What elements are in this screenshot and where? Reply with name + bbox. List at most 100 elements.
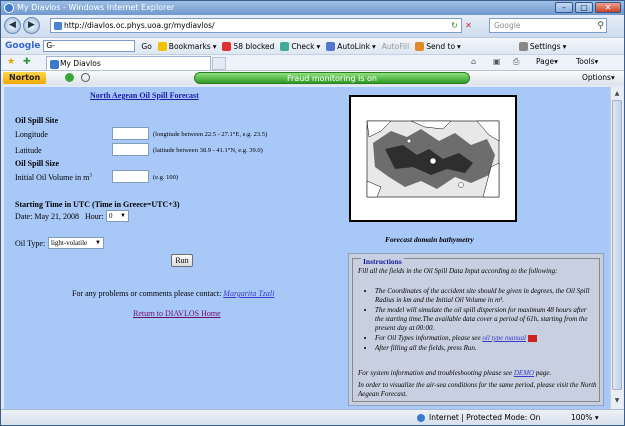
sendto-button[interactable]: Send to ▾ [415, 41, 461, 51]
print-icon[interactable]: ⎙ [513, 57, 519, 67]
blocked-label: 58 blocked [233, 41, 275, 51]
volume-unit-sup: 3 [89, 173, 92, 179]
page-menu[interactable]: Page▾ [536, 57, 558, 66]
longitude-label: Longitude [15, 130, 48, 139]
page-icon [54, 22, 62, 30]
home-icon[interactable]: ⌂ [471, 57, 476, 66]
tab-my-diavlos[interactable]: My Diavlos [46, 56, 211, 71]
tools-menu[interactable]: Tools▾ [576, 57, 598, 66]
favorites-star-icon[interactable]: ★ [7, 57, 15, 67]
zoom-level[interactable]: 100% ▾ [571, 410, 599, 425]
close-button[interactable]: ✕ [595, 2, 621, 13]
contact-text: For any problems or comments please cont… [72, 289, 274, 298]
go-button[interactable]: Go [141, 42, 151, 51]
settings-button[interactable]: Settings ▾ [518, 41, 566, 51]
google-toolbar: Google G- Go Bookmarks ▾ 58 blocked Check… [1, 37, 624, 54]
chevron-down-icon: ▼ [120, 213, 126, 219]
instruction-item: For Oil Types information, please see oi… [375, 334, 595, 343]
instruction-item: After filling all the fields, press Run. [375, 344, 595, 353]
settings-label: Settings [529, 41, 561, 51]
hour-value: 0 [109, 212, 113, 220]
feeds-icon[interactable]: ▣ [493, 57, 501, 66]
check-button[interactable]: Check ▾ [280, 41, 320, 51]
oil-manual-link[interactable]: oil type manual [482, 334, 526, 342]
options-label: Options [582, 73, 611, 82]
air-sea-text: In order to visualize the air-sea condit… [358, 381, 597, 398]
run-button[interactable]: Run [171, 254, 193, 267]
demo-link[interactable]: DEMO [514, 369, 534, 377]
back-button[interactable]: ◀ [4, 17, 21, 34]
chevron-down-icon: ▼ [95, 240, 101, 246]
support-suffix: page. [535, 369, 552, 377]
bookmarks-button[interactable]: Bookmarks ▾ [157, 41, 216, 51]
stop-icon[interactable]: ✕ [463, 19, 474, 32]
norton-globe-icon[interactable] [81, 73, 90, 82]
vertical-scrollbar[interactable]: ▲ ▼ [610, 87, 623, 409]
longitude-input[interactable] [112, 127, 149, 140]
norton-options-button[interactable]: Options▾ [582, 73, 615, 82]
contact-link[interactable]: Margarita Tzali [223, 289, 274, 298]
oil-type-label: Oil Type: [15, 239, 46, 248]
site-header: Oil Spill Site [15, 116, 59, 125]
ie-logo-icon [4, 3, 14, 13]
tab-page-icon [50, 60, 59, 69]
pdf-icon[interactable] [527, 334, 537, 342]
page-menu-label: Page [536, 57, 555, 66]
window-title: My Diavlos - Windows Internet Explorer [17, 3, 175, 12]
autofill-label: AutoFill [381, 41, 410, 51]
tools-menu-label: Tools [576, 57, 595, 66]
add-favorite-icon[interactable]: ✚ [23, 57, 31, 67]
volume-input[interactable] [112, 170, 149, 183]
block-icon [222, 41, 232, 51]
oil-type-value: light-volatile [51, 239, 88, 247]
return-home-link[interactable]: Return to DIAVLOS Home [133, 309, 221, 318]
autolink-icon [326, 41, 336, 51]
volume-label: Initial Oil Volume in m3 [15, 173, 92, 182]
instructions-panel: Instructions Fill all the fields in the … [348, 253, 604, 406]
fraud-monitor-status[interactable]: Fraud monitoring is on [194, 72, 470, 84]
latitude-input[interactable] [112, 143, 149, 156]
new-tab-button[interactable] [212, 57, 226, 70]
security-zone[interactable]: Internet | Protected Mode: On [429, 410, 540, 425]
popup-blocker-button[interactable]: 58 blocked [222, 41, 275, 51]
instruction-text: For Oil Types information, please see [375, 334, 481, 342]
norton-toolbar: Norton Fraud monitoring is on Options▾ [1, 70, 624, 85]
search-input[interactable]: Google ⚲ [489, 18, 607, 33]
date-label: Date: May 21, 2008 [15, 212, 79, 221]
refresh-icon[interactable]: ↻ [449, 19, 460, 32]
map-caption: Forecast domain bathymetry [385, 235, 474, 244]
star-icon [157, 41, 167, 51]
page-content: North Aegean Oil Spill Forecast Oil Spil… [4, 87, 610, 409]
autofill-button[interactable]: AutoFill [382, 42, 409, 51]
norton-safe-icon[interactable] [65, 73, 74, 82]
scroll-down-icon[interactable]: ▼ [612, 395, 622, 406]
oil-type-select[interactable]: light-volatile ▼ [48, 237, 104, 249]
tab-bar: ★ ✚ My Diavlos ⌂ ▣ ⎙ Page▾ Tools▾ [1, 54, 624, 71]
scroll-up-icon[interactable]: ▲ [612, 88, 622, 99]
hour-label: Hour: [85, 212, 104, 221]
latitude-hint: (latitude between 38.9 - 41.1°N, e.g. 39… [153, 147, 263, 154]
title-bar: My Diavlos - Windows Internet Explorer –… [1, 1, 624, 15]
autolink-button[interactable]: AutoLink ▾ [326, 41, 376, 51]
check-label: Check [291, 41, 315, 51]
instruction-item: The model will simulate the oil spill di… [375, 306, 595, 333]
status-bar: Internet | Protected Mode: On 100% ▾ [1, 409, 624, 425]
google-logo: Google [5, 41, 41, 51]
bathymetry-image [351, 97, 515, 220]
page-title[interactable]: North Aegean Oil Spill Forecast [90, 91, 199, 100]
start-time-header: Starting Time in UTC (Time in Greece=UTC… [15, 200, 180, 209]
zoom-value: 100% [571, 413, 593, 422]
maximize-button[interactable]: □ [575, 2, 593, 13]
sendto-icon [415, 41, 425, 51]
support-label: For system information and troubleshooti… [358, 369, 513, 377]
minimize-button[interactable]: – [555, 2, 573, 13]
hour-select[interactable]: 0 ▼ [106, 210, 129, 222]
forward-button[interactable]: ▶ [23, 17, 40, 34]
norton-logo[interactable]: Norton [3, 72, 47, 84]
volume-hint: (e.g. 100) [153, 174, 179, 181]
instructions-list: The Coordinates of the accident site sho… [365, 287, 595, 354]
google-search-field[interactable]: G- [43, 40, 136, 52]
search-icon[interactable]: ⚲ [597, 20, 604, 33]
scroll-thumb[interactable] [612, 100, 622, 390]
url-input[interactable]: http://diavlos.oc.phys.uoa.gr/mydiavlos/ [50, 18, 462, 33]
